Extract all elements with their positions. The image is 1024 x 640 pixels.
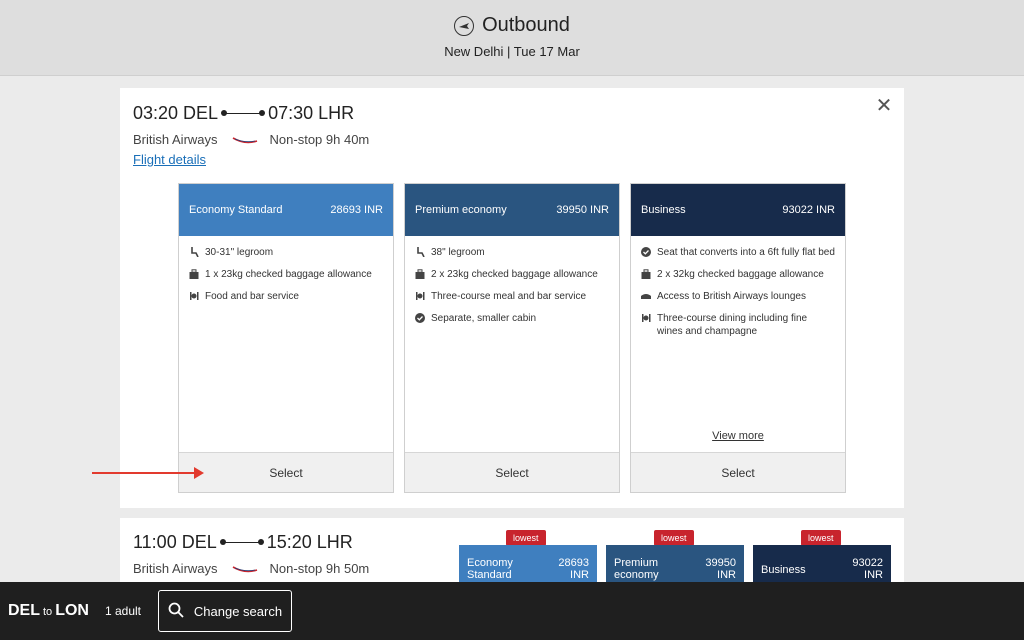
flight-times: 03:20 DEL 07:30 LHR xyxy=(133,103,354,124)
flight-details-link[interactable]: Flight details xyxy=(133,152,206,167)
cutlery-icon xyxy=(189,291,199,301)
departure-time: 11:00 DEL xyxy=(133,532,217,552)
arrival-time: 07:30 LHR xyxy=(268,103,355,123)
feature-text: 30-31" legroom xyxy=(205,247,274,258)
airline-name: British Airways xyxy=(133,561,218,576)
fare-header: Economy Standard 28693 INR xyxy=(179,184,393,236)
flight-duration: Non-stop 9h 40m xyxy=(269,132,370,147)
check-circle-icon xyxy=(641,247,651,257)
lowest-badge: lowest xyxy=(506,530,546,546)
fare-features: 38" legroom 2 x 23kg checked baggage all… xyxy=(405,236,619,325)
airline-logo-icon xyxy=(232,136,257,143)
search-icon xyxy=(168,602,184,621)
fare-header: Premium economy 39950 INR xyxy=(405,184,619,236)
airline-row: British Airways Non-stop 9h 40m xyxy=(133,132,369,147)
close-icon[interactable]: ✕ xyxy=(874,96,894,116)
feature-item: 2 x 23kg checked baggage allowance xyxy=(415,268,609,281)
fare-name: Business xyxy=(641,204,686,216)
lowest-badge: lowest xyxy=(654,530,694,546)
feature-item: Three-course meal and bar service xyxy=(415,290,609,303)
feature-item: Three-course dining including fine wines… xyxy=(641,312,835,338)
feature-text: Three-course meal and bar service xyxy=(431,291,587,302)
flight-times: 11:00 DEL 15:20 LHR xyxy=(133,532,353,553)
select-premium-economy-button[interactable]: Select xyxy=(405,452,619,492)
feature-text: Access to British Airways lounges xyxy=(657,291,806,302)
header-title-row: Outbound xyxy=(0,14,1024,37)
airline-row: British Airways Non-stop 9h 50m xyxy=(133,561,369,576)
feature-item: 2 x 32kg checked baggage allowance xyxy=(641,268,835,281)
route-to-word: to xyxy=(43,606,53,618)
airplane-icon xyxy=(454,15,475,36)
page-title: Outbound xyxy=(482,14,570,36)
fare-card-business: Business 93022 INR Seat that converts in… xyxy=(630,183,846,493)
fare-name: Economy Standard xyxy=(189,204,283,216)
feature-text: 2 x 32kg checked baggage allowance xyxy=(657,269,824,280)
fare-header: Business 93022 INR xyxy=(631,184,845,236)
feature-text: Three-course dining including fine wines… xyxy=(657,313,808,337)
fare-price: 93022 INR xyxy=(782,204,835,216)
view-more-link[interactable]: View more xyxy=(631,430,845,442)
feature-item: Separate, smaller cabin xyxy=(415,312,609,325)
fare-card-premium-economy: Premium economy 39950 INR 38" legroom 2 … xyxy=(404,183,620,493)
fare-features: Seat that converts into a 6ft fully flat… xyxy=(631,236,845,338)
feature-text: 2 x 23kg checked baggage allowance xyxy=(431,269,598,280)
bottom-search-bar: DEL to LON 1 adult Change search xyxy=(0,582,1024,640)
fare-features: 30-31" legroom 1 x 23kg checked baggage … xyxy=(179,236,393,303)
airline-name: British Airways xyxy=(133,132,218,147)
departure-time: 03:20 DEL xyxy=(133,103,219,123)
passenger-count: 1 adult xyxy=(104,604,141,618)
suitcase-icon xyxy=(189,269,199,279)
annotation-arrow xyxy=(92,467,204,479)
airline-logo-icon xyxy=(232,565,257,572)
feature-text: 1 x 23kg checked baggage allowance xyxy=(205,269,372,280)
feature-item: Food and bar service xyxy=(189,290,383,303)
feature-text: Food and bar service xyxy=(205,291,299,302)
feature-text: Separate, smaller cabin xyxy=(431,313,537,324)
feature-item: 30-31" legroom xyxy=(189,246,383,259)
select-business-button[interactable]: Select xyxy=(631,452,845,492)
feature-item: Seat that converts into a 6ft fully flat… xyxy=(641,246,835,259)
fare-name: Premium economy xyxy=(415,204,507,216)
flight-duration: Non-stop 9h 50m xyxy=(269,561,370,576)
seat-icon xyxy=(415,247,425,257)
route-line xyxy=(219,539,264,545)
suitcase-icon xyxy=(641,269,651,279)
route-summary: DEL to LON xyxy=(8,602,89,620)
feature-item: 38" legroom xyxy=(415,246,609,259)
suitcase-icon xyxy=(415,269,425,279)
lounge-icon xyxy=(641,291,651,301)
page-header: Outbound New Delhi | Tue 17 Mar xyxy=(0,0,1024,76)
route-from: DEL xyxy=(8,602,40,619)
feature-item: 1 x 23kg checked baggage allowance xyxy=(189,268,383,281)
fare-price: 39950 INR xyxy=(556,204,609,216)
select-economy-button[interactable]: Select xyxy=(179,452,393,492)
seat-icon xyxy=(189,247,199,257)
arrival-time: 15:20 LHR xyxy=(266,532,353,552)
lowest-badge: lowest xyxy=(801,530,841,546)
fare-card-economy: Economy Standard 28693 INR 30-31" legroo… xyxy=(178,183,394,493)
fare-price: 28693 INR xyxy=(330,204,383,216)
cutlery-icon xyxy=(415,291,425,301)
feature-text: 38" legroom xyxy=(431,247,485,258)
check-circle-icon xyxy=(415,313,425,323)
route-line xyxy=(221,110,266,116)
cutlery-icon xyxy=(641,313,651,323)
page-subtitle: New Delhi | Tue 17 Mar xyxy=(444,44,580,59)
route-to: LON xyxy=(55,602,89,619)
flight-card-expanded: 03:20 DEL 07:30 LHR British Airways Non-… xyxy=(120,88,904,508)
change-search-label: Change search xyxy=(193,603,283,619)
change-search-button[interactable]: Change search xyxy=(158,590,292,632)
feature-text: Seat that converts into a 6ft fully flat… xyxy=(657,247,835,258)
feature-item: Access to British Airways lounges xyxy=(641,290,835,303)
